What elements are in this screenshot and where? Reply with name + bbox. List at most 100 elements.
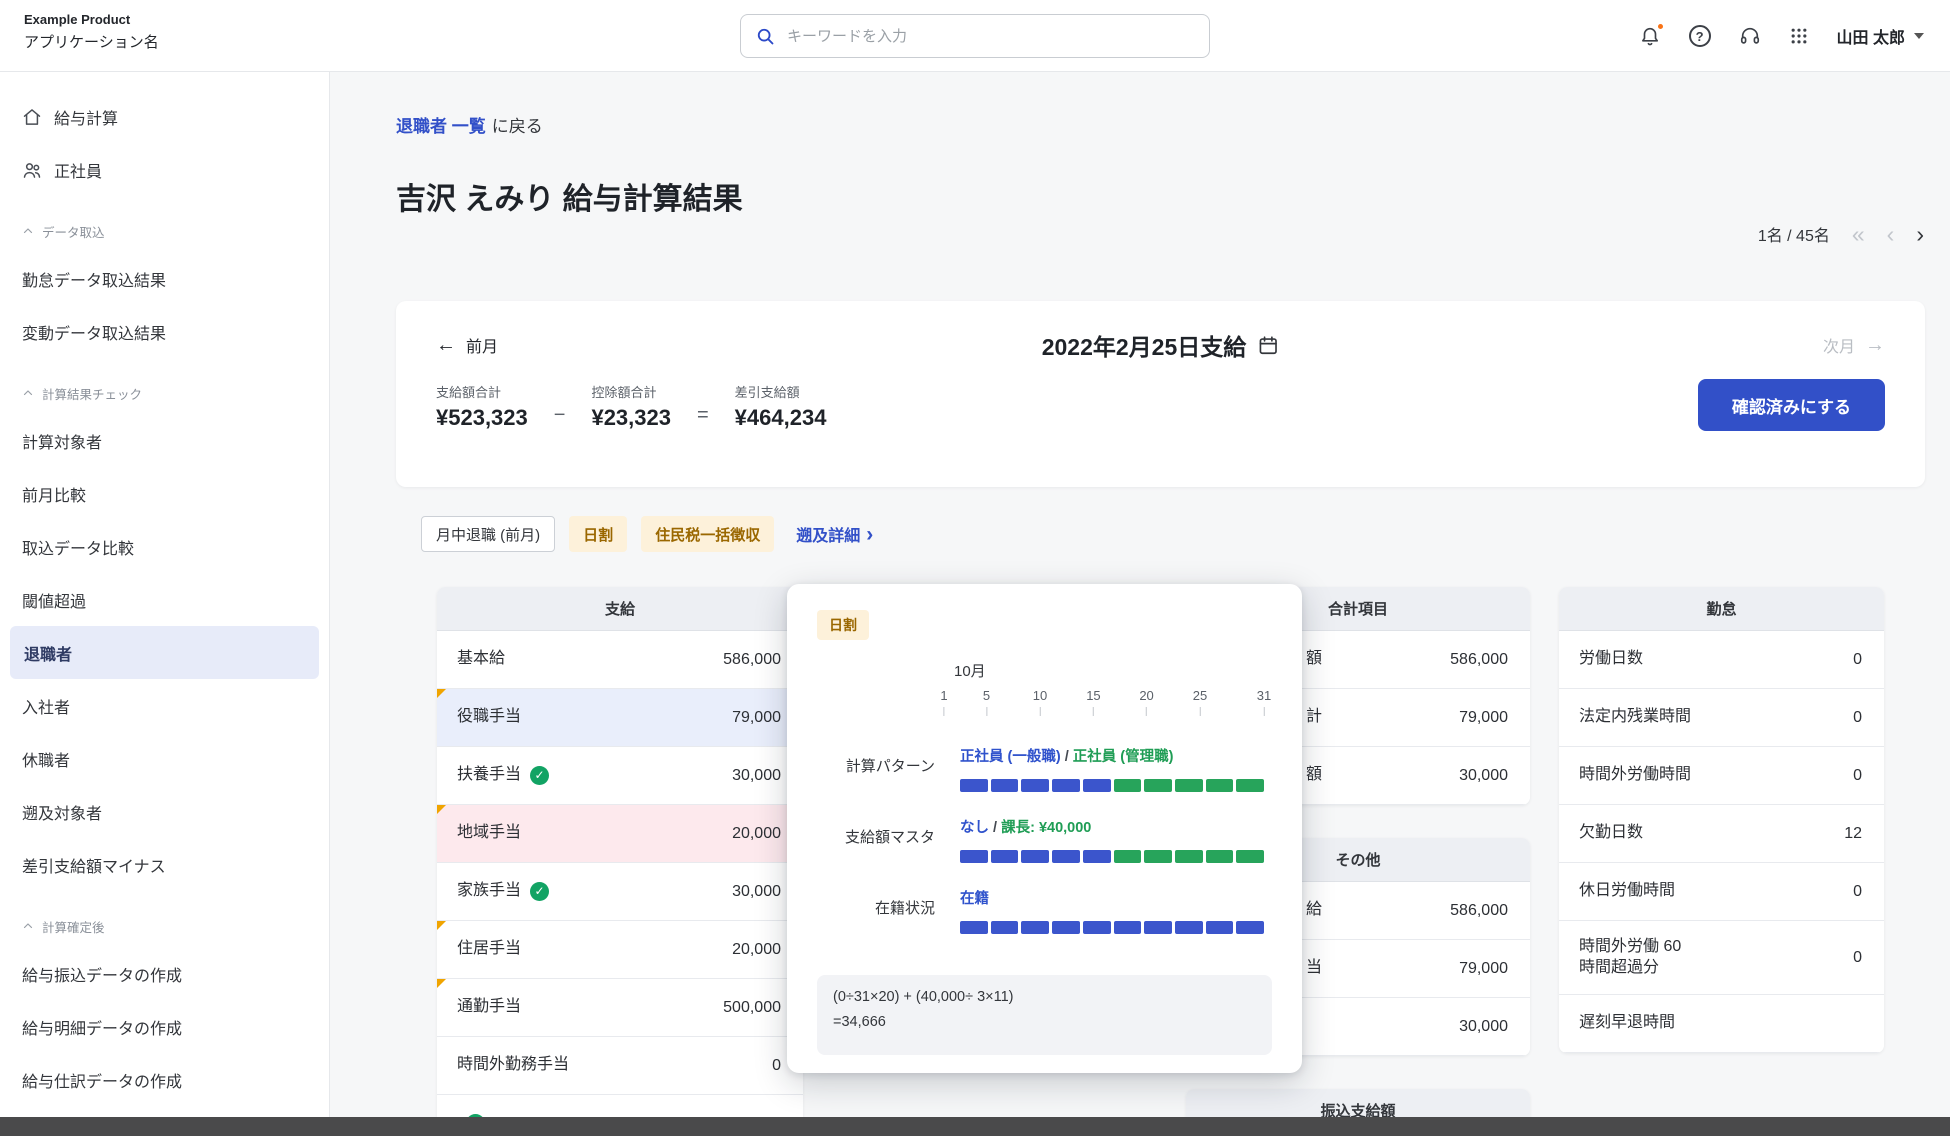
people-icon xyxy=(22,160,42,180)
prev-month-button[interactable]: ← 前月 xyxy=(436,333,498,357)
next-month-button[interactable]: 次月 → xyxy=(1823,333,1885,357)
sidebar-item-retirees[interactable]: 退職者 xyxy=(10,626,319,679)
sidebar-item-journal-data[interactable]: 給与仕訳データの作成 xyxy=(0,1053,329,1106)
sidebar-item-payroll[interactable]: 給与計算 xyxy=(0,90,329,143)
record-pager: 1名 / 45名 « ‹ › xyxy=(1758,222,1924,246)
sidebar-item-transfer-data[interactable]: 給与振込データの作成 xyxy=(0,947,329,1000)
search-input[interactable] xyxy=(785,27,1195,46)
row-label: 欠勤日数 xyxy=(1579,823,1643,844)
chevron-up-icon xyxy=(22,387,34,399)
period-header: ← 前月 2022年2月25日支給 次月 → xyxy=(436,327,1885,363)
check-icon: ✓ xyxy=(530,766,549,785)
search-icon xyxy=(755,26,775,46)
sidebar-item-threshold[interactable]: 閾値超過 xyxy=(0,573,329,626)
sidebar-item-import-compare[interactable]: 取込データ比較 xyxy=(0,520,329,573)
sidebar-item-negative-net[interactable]: 差引支給額マイナス xyxy=(0,838,329,891)
notifications-button[interactable] xyxy=(1639,25,1661,47)
table-row[interactable]: 時間外勤務手当0 xyxy=(437,1037,803,1095)
table-row[interactable]: 扶養手当✓30,000 xyxy=(437,747,803,805)
global-search[interactable] xyxy=(740,14,1210,58)
axis-tick: 10 xyxy=(1033,688,1047,716)
axis-tick: 1 xyxy=(940,688,947,716)
apps-button[interactable] xyxy=(1789,26,1809,46)
next-month-label: 次月 xyxy=(1823,333,1855,357)
row-value: 30,000 xyxy=(732,883,781,901)
sidebar-item-label: 給与計算 xyxy=(54,105,118,129)
pager-prev-button[interactable]: ‹ xyxy=(1887,223,1895,246)
total-value: ¥523,323 xyxy=(436,405,528,431)
table-row[interactable]: 家族手当✓30,000 xyxy=(437,863,803,921)
caret-down-icon xyxy=(1914,33,1924,39)
pay-date-label: 2022年2月25日支給 xyxy=(1042,328,1247,362)
row-label: 時間外労働 60 時間超過分 xyxy=(1579,937,1681,979)
row-label: 法定内残業時間 xyxy=(1579,707,1691,728)
table-row[interactable]: 基本給586,000 xyxy=(437,631,803,689)
row-value: 20,000 xyxy=(732,941,781,959)
sidebar-item-payslip-data[interactable]: 給与明細データの作成 xyxy=(0,1000,329,1053)
pager-first-button[interactable]: « xyxy=(1852,223,1865,246)
support-button[interactable] xyxy=(1739,25,1761,47)
formula-line-2: =34,666 xyxy=(833,1014,1256,1030)
table-row[interactable]: 通勤手当 500,000 xyxy=(437,979,803,1037)
sidebar-item-on-leave[interactable]: 休職者 xyxy=(0,732,329,785)
table-row[interactable]: 遅刻早退時間 xyxy=(1559,995,1884,1053)
total-value: ¥464,234 xyxy=(735,405,827,431)
total-label: 支給額合計 xyxy=(436,382,528,401)
calendar-icon[interactable] xyxy=(1257,334,1279,356)
chevron-right-icon: › xyxy=(866,524,873,545)
total-label: 控除額合計 xyxy=(591,382,671,401)
row-value: 500,000 xyxy=(723,999,781,1017)
retroactive-detail-link[interactable]: 遡及詳細 › xyxy=(796,522,873,546)
sidebar-item-label: 変動データ取込結果 xyxy=(22,320,166,344)
sidebar-item-employees[interactable]: 正社員 xyxy=(0,143,329,196)
calculation-formula-box: (0÷31×20) + (40,000÷ 3×11) =34,666 xyxy=(817,975,1272,1055)
sidebar-item-prev-month-compare[interactable]: 前月比較 xyxy=(0,467,329,520)
table-row[interactable]: 時間外労働時間0 xyxy=(1559,747,1884,805)
check-icon: ✓ xyxy=(530,882,549,901)
sidebar-section-result-check[interactable]: 計算結果チェック xyxy=(0,378,329,408)
question-icon: ? xyxy=(1689,25,1711,47)
confirm-button[interactable]: 確認済みにする xyxy=(1698,379,1885,431)
main-content: 退職者 一覧に戻る 吉沢 えみり 給与計算結果 1名 / 45名 « ‹ › ←… xyxy=(330,72,1950,1136)
pager-next-button[interactable]: › xyxy=(1916,223,1924,246)
prev-month-label: 前月 xyxy=(466,333,498,357)
notification-dot xyxy=(1656,22,1665,31)
row-label: 額 xyxy=(1306,649,1322,670)
sidebar-item-variable-import[interactable]: 変動データ取込結果 xyxy=(0,305,329,358)
sidebar-item-new-hires[interactable]: 入社者 xyxy=(0,679,329,732)
table-row[interactable]: 欠勤日数 12 xyxy=(1559,805,1884,863)
back-to-list-link[interactable]: 退職者 一覧 xyxy=(396,117,486,136)
sidebar-item-retroactive[interactable]: 遡及対象者 xyxy=(0,785,329,838)
table-row[interactable]: 役職手当79,000 xyxy=(437,689,803,747)
row-label: 基本給 xyxy=(457,649,505,670)
daily-rate-tag: 日割 xyxy=(817,610,869,640)
table-row[interactable]: 時間外労働 60 時間超過分0 xyxy=(1559,921,1884,995)
user-name: 山田 太郎 xyxy=(1837,24,1905,48)
sidebar-item-label: 勤怠データ取込結果 xyxy=(22,267,166,291)
sidebar-item-attendance-import[interactable]: 勤怠データ取込結果 xyxy=(0,252,329,305)
sidebar-item-label: 閾値超過 xyxy=(22,588,86,612)
app-brand: Example Product アプリケーション名 xyxy=(24,12,159,52)
table-row[interactable]: 労働日数0 xyxy=(1559,631,1884,689)
table-row[interactable]: 休日労働時間0 xyxy=(1559,863,1884,921)
value-green: 正社員 (管理職) xyxy=(1073,749,1174,765)
table-row[interactable]: 地域手当20,000 xyxy=(437,805,803,863)
payment-table: 支給 基本給586,000 役職手当79,000 扶養手当✓30,000 地域手… xyxy=(437,587,803,1136)
value-blue: なし xyxy=(960,820,989,836)
row-value: 12 xyxy=(1844,825,1862,843)
sidebar-section-title: 計算結果チェック xyxy=(42,384,142,403)
table-row[interactable]: 法定内残業時間0 xyxy=(1559,689,1884,747)
row-label: 労働日数 xyxy=(1579,649,1643,670)
sidebar-item-calc-targets[interactable]: 計算対象者 xyxy=(0,414,329,467)
user-menu[interactable]: 山田 太郎 xyxy=(1837,24,1924,48)
sidebar-section-after-fix[interactable]: 計算確定後 xyxy=(0,911,329,941)
attendance-table: 勤怠 労働日数0 法定内残業時間0 時間外労働時間0 欠勤日数12 休日労働時間… xyxy=(1559,587,1884,1053)
sidebar-item-label: 給与仕訳データの作成 xyxy=(22,1068,182,1092)
sidebar-section-data-import[interactable]: データ取込 xyxy=(0,216,329,246)
payment-summary-card: ← 前月 2022年2月25日支給 次月 → 支給額合計 ¥523,323 − xyxy=(396,301,1925,487)
row-label: 時間外勤務手当 xyxy=(457,1055,569,1076)
help-button[interactable]: ? xyxy=(1689,25,1711,47)
row-label: 通勤手当 xyxy=(457,997,521,1018)
arrow-right-icon: → xyxy=(1865,335,1885,355)
table-row[interactable]: 住居手当20,000 xyxy=(437,921,803,979)
